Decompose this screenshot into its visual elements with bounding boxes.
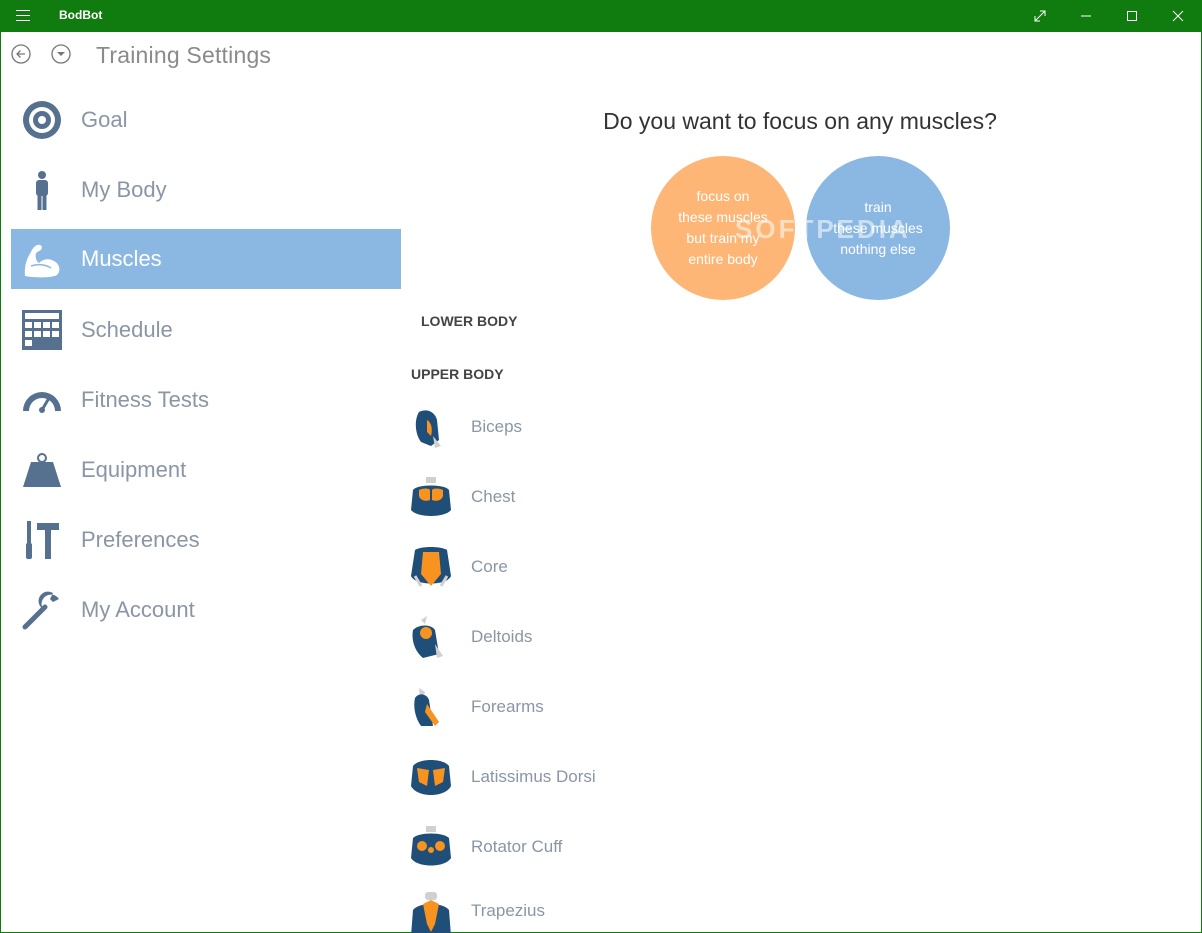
biceps-icon — [409, 406, 453, 450]
chest-icon — [409, 476, 453, 520]
muscle-item-forearms[interactable]: Forearms — [405, 682, 705, 742]
rotator-cuff-icon — [409, 826, 453, 870]
muscle-item-core[interactable]: Core — [405, 542, 705, 602]
weight-icon — [20, 448, 64, 492]
muscle-label: Trapezius — [471, 901, 546, 920]
sidebar-item-label: My Body — [81, 177, 167, 202]
muscle-item-trapezius[interactable]: Trapezius — [405, 884, 705, 933]
sidebar-item-goal[interactable]: Goal — [11, 90, 401, 150]
latissimus-dorsi-icon — [409, 756, 453, 800]
muscle-item-chest[interactable]: Chest — [405, 472, 705, 532]
muscle-label: Deltoids — [471, 627, 533, 646]
back-arrow-icon[interactable] — [11, 44, 31, 64]
muscle-label: Biceps — [471, 417, 523, 436]
muscle-label: Rotator Cuff — [471, 837, 563, 856]
flexed-arm-icon — [20, 237, 64, 281]
sidebar-item-label: Preferences — [81, 527, 200, 552]
muscle-label: Forearms — [471, 697, 544, 716]
fullscreen-icon[interactable] — [1017, 0, 1063, 32]
muscle-label: Latissimus Dorsi — [471, 767, 596, 786]
lower-body-header[interactable]: LOWER BODY — [421, 313, 517, 329]
sidebar-item-label: Fitness Tests — [81, 387, 209, 412]
upper-body-header[interactable]: UPPER BODY — [411, 366, 504, 382]
muscle-label: Core — [471, 557, 508, 576]
chevron-down-circle-icon[interactable] — [51, 44, 71, 64]
focus-question: Do you want to focus on any muscles? — [603, 108, 997, 134]
sidebar-item-label: Goal — [81, 107, 128, 132]
wrench-icon — [20, 588, 64, 632]
minimize-icon[interactable] — [1063, 0, 1109, 32]
sidebar-item-label: Schedule — [81, 317, 173, 342]
sidebar-item-label: Equipment — [81, 457, 187, 482]
speedometer-icon — [20, 378, 64, 422]
close-icon[interactable] — [1155, 0, 1201, 32]
app-title: BodBot — [59, 8, 103, 22]
deltoids-icon — [409, 616, 453, 660]
forearms-icon — [409, 686, 453, 730]
core-icon — [409, 546, 453, 590]
sidebar-item-muscles[interactable]: Muscles — [11, 229, 401, 289]
muscle-label: Chest — [471, 487, 516, 506]
sidebar-item-preferences[interactable]: Preferences — [11, 510, 401, 570]
sidebar-item-schedule[interactable]: Schedule — [11, 300, 401, 360]
muscle-item-deltoids[interactable]: Deltoids — [405, 612, 705, 672]
muscle-item-latissimus-dorsi[interactable]: Latissimus Dorsi — [405, 752, 705, 812]
sidebar-item-equipment[interactable]: Equipment — [11, 440, 401, 500]
choice-label: focus on these muscles but train my enti… — [678, 188, 768, 267]
focus-and-train-entire-body-button[interactable]: focus on these muscles but train my enti… — [651, 156, 795, 300]
hamburger-menu-icon[interactable] — [16, 10, 30, 22]
tools-icon — [20, 518, 64, 562]
sidebar-item-label: My Account — [81, 597, 195, 622]
title-bar: BodBot — [0, 0, 1202, 32]
trapezius-icon — [409, 892, 453, 933]
person-icon — [20, 168, 64, 212]
calendar-grid-icon — [20, 308, 64, 352]
choice-label: train these muscles nothing else — [833, 198, 923, 257]
target-icon — [20, 98, 64, 142]
sidebar-item-fitness-tests[interactable]: Fitness Tests — [11, 370, 401, 430]
maximize-icon[interactable] — [1109, 0, 1155, 32]
page-title: Training Settings — [96, 42, 272, 68]
sidebar-item-label: Muscles — [81, 246, 162, 271]
muscle-item-rotator-cuff[interactable]: Rotator Cuff — [405, 822, 705, 882]
sidebar-item-my-account[interactable]: My Account — [11, 580, 401, 640]
muscle-item-biceps[interactable]: Biceps — [405, 402, 705, 462]
train-only-these-muscles-button[interactable]: train these muscles nothing else — [806, 156, 950, 300]
sidebar-item-my-body[interactable]: My Body — [11, 160, 401, 220]
